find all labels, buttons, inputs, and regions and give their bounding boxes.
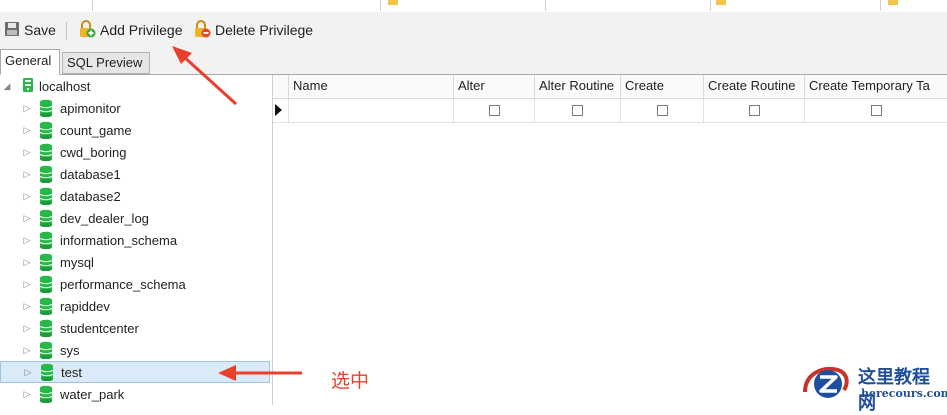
arrow-to-add-privilege bbox=[172, 46, 238, 106]
annotation-overlay bbox=[172, 46, 302, 381]
watermark: 这里教程网 herecours.com bbox=[800, 362, 947, 414]
watermark-domain: herecours.com bbox=[861, 387, 947, 400]
arrow-to-selected-database bbox=[218, 365, 302, 381]
annotation-label: 选中 bbox=[331, 370, 370, 392]
